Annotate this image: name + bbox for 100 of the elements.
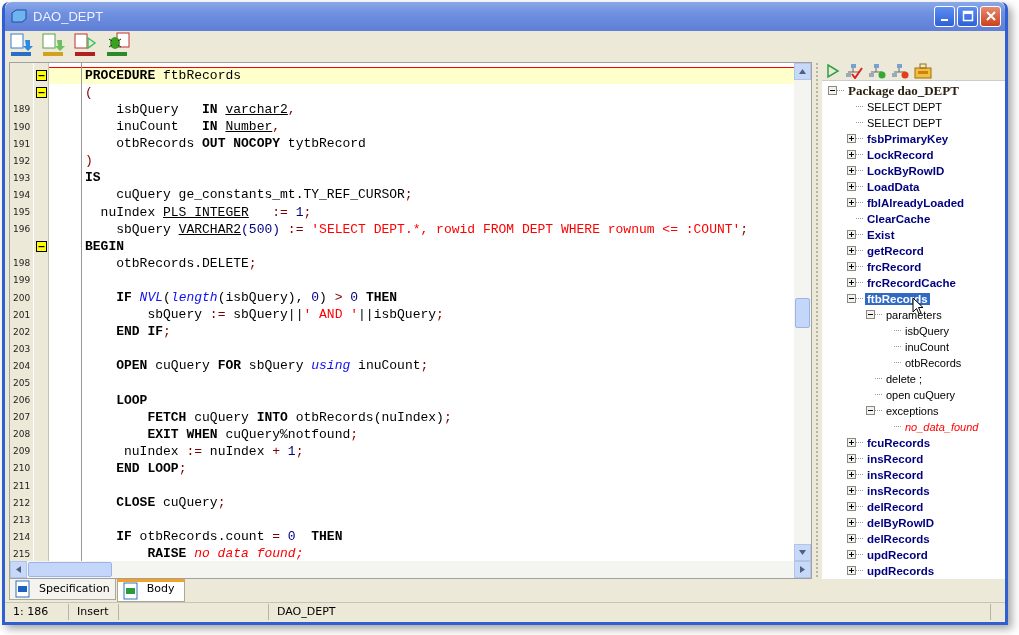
code-line: LOOP <box>115 392 148 408</box>
line-number: 206 <box>13 395 31 406</box>
expand-icon[interactable] <box>847 486 856 496</box>
code-line: FETCH cuQuery INTO otbRecords(nuIndex); <box>146 409 452 425</box>
collapse-icon[interactable] <box>35 86 47 98</box>
line-number: 200 <box>13 292 31 303</box>
expand-icon[interactable] <box>847 134 856 144</box>
expand-icon[interactable] <box>847 166 856 176</box>
right-arrow-icon[interactable] <box>800 565 805 573</box>
tree-item[interactable]: open cuQuery <box>884 388 958 401</box>
tree-item[interactable]: updRecords <box>865 564 937 577</box>
tree-item[interactable]: insRecord <box>865 452 926 465</box>
code-line: nuIndex := nuIndex + 1; <box>123 443 304 459</box>
expand-icon[interactable] <box>847 518 856 528</box>
expand-icon[interactable] <box>847 246 856 256</box>
scroll-thumb[interactable] <box>28 561 112 577</box>
line-number: 193 <box>13 172 31 183</box>
tree-item[interactable]: frcRecord <box>865 260 924 273</box>
tree-item[interactable]: delRecord <box>865 500 926 513</box>
scroll-thumb[interactable] <box>795 297 810 328</box>
tree-item[interactable]: frcRecordCache <box>865 276 958 289</box>
code-line: IF otbRecords.count = 0 THEN <box>115 529 343 545</box>
tree-item[interactable]: ftbRecords <box>865 292 930 305</box>
collapse-icon[interactable] <box>866 310 875 320</box>
line-number: 208 <box>13 429 31 440</box>
tree-item[interactable]: fsbPrimaryKey <box>865 132 951 145</box>
tree-item[interactable]: SELECT DEPT <box>865 100 944 113</box>
code-editor[interactable] <box>49 62 794 561</box>
code-line: BEGIN <box>85 238 124 254</box>
horizontal-scrollbar[interactable] <box>10 560 811 578</box>
expand-icon[interactable] <box>847 502 856 512</box>
code-line: EXIT WHEN cuQuery%notfound; <box>146 426 359 442</box>
edit-mode: Insert <box>69 604 119 621</box>
expand-icon[interactable] <box>847 470 856 480</box>
code-line: nuIndex PLS_INTEGER := 1; <box>99 204 312 220</box>
maximize-button[interactable] <box>957 5 978 27</box>
vertical-scrollbar[interactable] <box>794 62 811 561</box>
code-line: PROCEDURE ftbRecords <box>85 67 242 83</box>
expand-icon[interactable] <box>847 534 856 544</box>
line-number: 213 <box>13 514 31 525</box>
check-tree-icon[interactable] <box>845 62 863 79</box>
tree-item[interactable]: fblAlreadyLoaded <box>865 196 967 209</box>
tree-item[interactable]: exceptions <box>884 404 941 417</box>
up-arrow-icon[interactable] <box>799 68 806 74</box>
expand-icon[interactable] <box>847 262 856 272</box>
tree-item[interactable]: LockRecord <box>865 148 936 161</box>
collapse-icon[interactable] <box>828 86 837 96</box>
expand-icon[interactable] <box>847 438 856 448</box>
expand-icon[interactable] <box>847 230 856 240</box>
expand-icon[interactable] <box>847 182 856 192</box>
collapse-icon[interactable] <box>35 240 47 252</box>
code-line: OPEN cuQuery FOR sbQuery using inuCount; <box>115 358 429 374</box>
line-number: 209 <box>13 446 31 457</box>
tree-item[interactable]: no_data_found <box>903 420 981 433</box>
expand-icon[interactable] <box>847 150 856 160</box>
line-number: 189 <box>13 104 31 115</box>
remove-node-icon[interactable] <box>891 62 909 79</box>
line-number: 205 <box>13 378 31 388</box>
tree-item[interactable]: fcuRecords <box>865 436 933 449</box>
expand-icon[interactable] <box>847 566 856 576</box>
expand-icon[interactable] <box>847 278 856 288</box>
left-arrow-icon[interactable] <box>16 565 21 573</box>
minimize-button[interactable] <box>934 5 955 27</box>
tree-item[interactable]: updRecord <box>865 548 930 561</box>
code-line: otbRecords.DELETE; <box>115 255 257 271</box>
line-number: 190 <box>13 121 31 132</box>
tree-item[interactable]: isbQuery <box>903 324 952 337</box>
add-node-icon[interactable] <box>868 62 886 79</box>
close-button[interactable] <box>980 5 1001 27</box>
tree-item[interactable]: parameters <box>884 308 944 321</box>
minimize-icon <box>941 19 948 22</box>
collapse-icon[interactable] <box>866 406 875 416</box>
tree-item[interactable]: delete ; <box>884 372 925 385</box>
expand-icon[interactable] <box>847 550 856 560</box>
code-line: sbQuery VARCHAR2(500) := 'SELECT DEPT.*, rowid FROM DEPT WHERE rownum <= :COUNT'; <box>115 221 749 237</box>
tree-item[interactable]: LoadData <box>865 180 922 193</box>
tree-item[interactable]: ClearCache <box>865 212 933 225</box>
tree-item[interactable]: insRecords <box>865 484 932 497</box>
expand-icon[interactable] <box>847 454 856 464</box>
down-arrow-icon[interactable] <box>799 549 806 555</box>
play-icon[interactable] <box>826 62 840 79</box>
tree-item[interactable]: inuCount <box>903 340 952 353</box>
editor-tab[interactable]: Specification <box>9 578 116 600</box>
toolbox-icon[interactable] <box>914 62 932 79</box>
collapse-icon[interactable] <box>35 69 47 81</box>
editor-tab[interactable]: Body <box>116 578 186 602</box>
tree-item[interactable]: LockByRowID <box>865 164 947 177</box>
line-number: 214 <box>13 531 31 542</box>
window-title: DAO_DEPT <box>33 8 105 24</box>
tree-item[interactable]: insRecord <box>865 468 926 481</box>
expand-icon[interactable] <box>847 198 856 208</box>
tree-item[interactable]: otbRecords <box>903 356 964 369</box>
tree-item[interactable]: SELECT DEPT <box>865 116 944 129</box>
tree-item[interactable]: Package dao_DEPT <box>846 82 961 99</box>
tree-item[interactable]: delRecords <box>865 532 932 545</box>
tree-item[interactable]: delByRowID <box>865 516 937 529</box>
tree-item[interactable]: getRecord <box>865 244 926 257</box>
line-number: 195 <box>13 207 31 218</box>
collapse-icon[interactable] <box>847 294 856 304</box>
tree-item[interactable]: Exist <box>865 228 897 241</box>
